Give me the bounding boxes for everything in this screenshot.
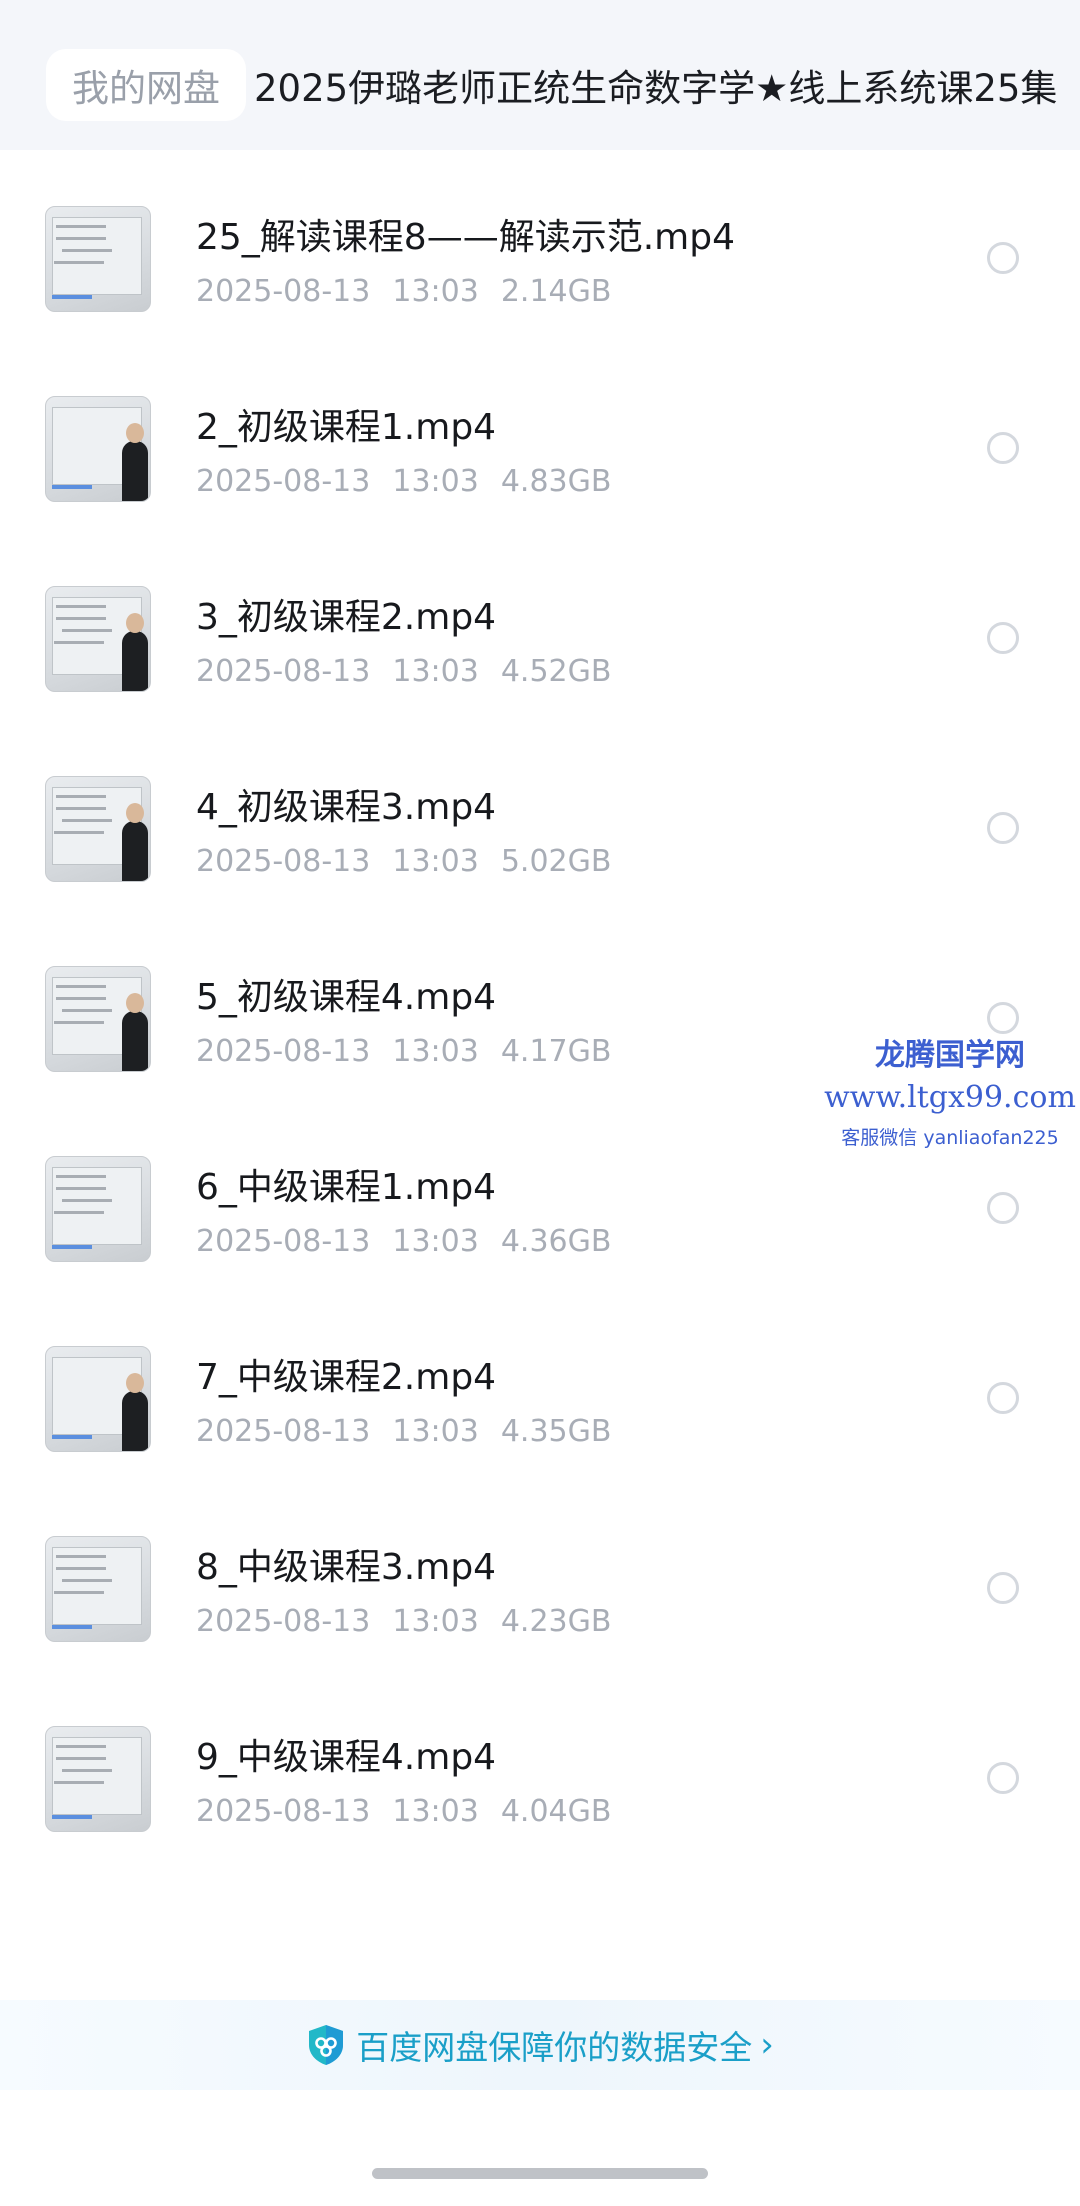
file-date: 2025-08-13 [196,1224,371,1259]
video-thumbnail [45,1156,151,1262]
watermark-title: 龙腾国学网 [875,1038,1025,1073]
select-radio[interactable] [987,242,1019,274]
select-radio[interactable] [987,1762,1019,1794]
file-meta: 2025-08-13 13:03 4.52GB [196,654,611,689]
video-thumbnail [45,206,151,312]
file-meta: 2025-08-13 13:03 2.14GB [196,274,611,309]
file-meta: 2025-08-13 13:03 4.04GB [196,1794,611,1829]
select-radio[interactable] [987,1382,1019,1414]
file-date: 2025-08-13 [196,1034,371,1069]
file-name: 5_初级课程4.mp4 [196,977,497,1018]
breadcrumb-current-folder: 2025伊璐老师正统生命数字学★线上系统课25集 [254,67,1058,110]
file-date: 2025-08-13 [196,844,371,879]
file-name: 8_中级课程3.mp4 [196,1547,497,1588]
file-row[interactable]: 9_中级课程4.mp4 2025-08-13 13:03 4.04GB [0,1670,1080,1860]
file-date: 2025-08-13 [196,1604,371,1639]
video-thumbnail [45,1726,151,1832]
file-date: 2025-08-13 [196,654,371,689]
file-row[interactable]: 2_初级课程1.mp4 2025-08-13 13:03 4.83GB [0,340,1080,530]
file-name: 7_中级课程2.mp4 [196,1357,497,1398]
file-name: 9_中级课程4.mp4 [196,1737,497,1778]
select-radio[interactable] [987,432,1019,464]
file-name: 3_初级课程2.mp4 [196,597,497,638]
file-meta: 2025-08-13 13:03 5.02GB [196,844,611,879]
file-date: 2025-08-13 [196,1794,371,1829]
file-size: 4.04GB [500,1794,612,1829]
file-meta: 2025-08-13 13:03 4.23GB [196,1604,611,1639]
file-time: 13:03 [392,464,479,499]
file-size: 4.23GB [500,1604,612,1639]
file-meta: 2025-08-13 13:03 4.83GB [196,464,611,499]
select-radio[interactable] [987,1572,1019,1604]
file-date: 2025-08-13 [196,1414,371,1449]
file-date: 2025-08-13 [196,464,371,499]
file-size: 4.35GB [500,1414,612,1449]
watermark-url: www.ltgx99.com [824,1080,1076,1115]
file-name: 25_解读课程8——解读示范.mp4 [196,217,735,258]
file-time: 13:03 [392,274,479,309]
breadcrumb: 我的网盘 2025伊璐老师正统生命数字学★线上系统课25集 [0,40,1080,130]
file-size: 4.36GB [500,1224,612,1259]
file-row[interactable]: 3_初级课程2.mp4 2025-08-13 13:03 4.52GB [0,530,1080,720]
file-meta: 2025-08-13 13:03 4.36GB [196,1224,611,1259]
file-size: 4.17GB [500,1034,612,1069]
file-time: 13:03 [392,1034,479,1069]
file-row[interactable]: 25_解读课程8——解读示范.mp4 2025-08-13 13:03 2.14GB [0,150,1080,340]
video-thumbnail [45,1536,151,1642]
video-thumbnail [45,586,151,692]
file-meta: 2025-08-13 13:03 4.17GB [196,1034,611,1069]
file-time: 13:03 [392,844,479,879]
file-name: 4_初级课程3.mp4 [196,787,497,828]
file-date: 2025-08-13 [196,274,371,309]
shield-icon [309,2025,344,2065]
home-indicator[interactable] [372,2168,708,2179]
select-radio[interactable] [987,1192,1019,1224]
video-thumbnail [45,1346,151,1452]
file-time: 13:03 [392,1414,479,1449]
file-row[interactable]: 8_中级课程3.mp4 2025-08-13 13:03 4.23GB [0,1480,1080,1670]
file-size: 5.02GB [500,844,612,879]
file-time: 13:03 [392,654,479,689]
breadcrumb-root-my-drive[interactable]: 我的网盘 [46,49,246,121]
file-size: 4.52GB [500,654,612,689]
file-time: 13:03 [392,1604,479,1639]
breadcrumb-root-label: 我的网盘 [72,67,220,110]
file-row[interactable]: 7_中级课程2.mp4 2025-08-13 13:03 4.35GB [0,1290,1080,1480]
file-name: 2_初级课程1.mp4 [196,407,497,448]
file-size: 2.14GB [500,274,612,309]
video-thumbnail [45,396,151,502]
security-text: 百度网盘保障你的数据安全 [356,2028,753,2067]
file-list: 25_解读课程8——解读示范.mp4 2025-08-13 13:03 2.14GB… [0,150,1080,1860]
watermark-contact: 客服微信 yanliaofan225 [841,1127,1059,1149]
file-time: 13:03 [392,1794,479,1829]
security-banner[interactable]: 百度网盘保障你的数据安全 › [0,2000,1080,2090]
file-browser-page: 我的网盘 2025伊璐老师正统生命数字学★线上系统课25集 25_解读课程8——… [0,0,1080,2206]
file-time: 13:03 [392,1224,479,1259]
select-radio[interactable] [987,622,1019,654]
file-name: 6_中级课程1.mp4 [196,1167,497,1208]
select-radio[interactable] [987,812,1019,844]
video-thumbnail [45,776,151,882]
file-meta: 2025-08-13 13:03 4.35GB [196,1414,611,1449]
file-size: 4.83GB [500,464,612,499]
watermark: 龙腾国学网 www.ltgx99.com 客服微信 yanliaofan225 [820,1030,1080,1150]
file-row[interactable]: 4_初级课程3.mp4 2025-08-13 13:03 5.02GB [0,720,1080,910]
chevron-right-icon: › [760,2025,774,2065]
video-thumbnail [45,966,151,1072]
